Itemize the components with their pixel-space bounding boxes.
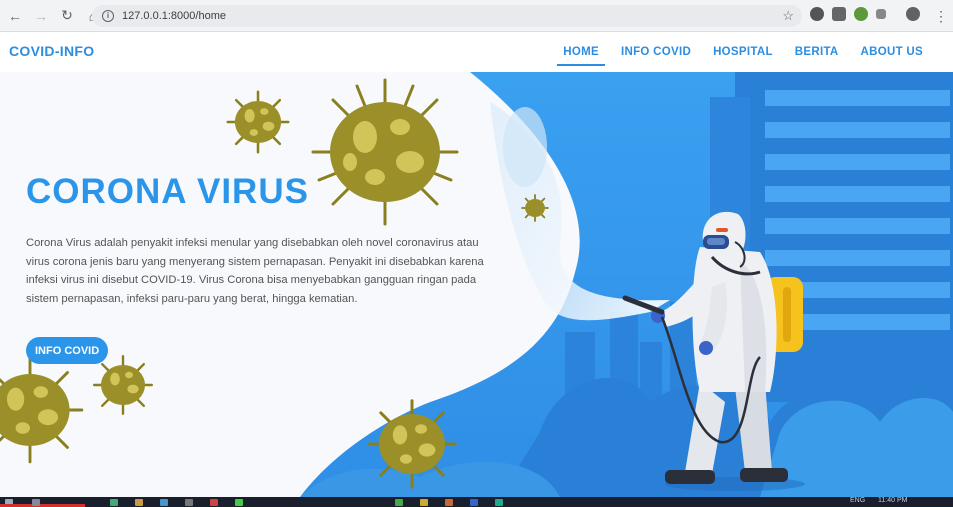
extension-icon[interactable] [810, 7, 824, 21]
taskbar-app-icon[interactable] [495, 499, 503, 506]
taskbar-app-icon[interactable] [395, 499, 403, 506]
input-language[interactable]: ENG [850, 497, 865, 504]
extensions-puzzle-icon[interactable] [876, 9, 886, 19]
hero-section: CORONA VIRUS Corona Virus adalah penyaki… [0, 72, 953, 497]
taskbar-app-icon[interactable] [185, 499, 193, 506]
reload-icon[interactable]: ↻ [56, 5, 78, 27]
taskbar-app-icon[interactable] [110, 499, 118, 506]
taskbar-app-icon[interactable] [445, 499, 453, 506]
hero-text-block: CORONA VIRUS Corona Virus adalah penyaki… [26, 172, 486, 308]
taskbar-clock[interactable]: 11:40 PM [878, 497, 907, 504]
taskbar-app-icon[interactable] [160, 499, 168, 506]
forward-arrow-icon[interactable]: → [30, 5, 52, 27]
hero-title: CORONA VIRUS [26, 172, 309, 211]
taskbar-app-icon[interactable] [135, 499, 143, 506]
nav-home[interactable]: HOME [557, 32, 605, 72]
main-menu: HOME INFO COVID HOSPITAL BERITA ABOUT US [541, 32, 923, 72]
taskbar-app-icon[interactable] [235, 499, 243, 506]
extension-icon[interactable] [854, 7, 868, 21]
browser-menu-icon[interactable]: ⋮ [930, 5, 952, 27]
profile-avatar-icon[interactable] [906, 7, 920, 21]
taskbar-app-icon[interactable] [470, 499, 478, 506]
extension-icon[interactable] [832, 7, 846, 21]
back-arrow-icon[interactable]: ← [4, 5, 26, 27]
nav-about-us[interactable]: ABOUT US [861, 32, 923, 72]
info-covid-button[interactable]: INFO COVID [26, 337, 109, 364]
search-icon[interactable] [32, 499, 40, 506]
address-url: 127.0.0.1:8000/home [122, 10, 226, 22]
site-info-icon[interactable]: i [102, 10, 114, 22]
nav-info-covid[interactable]: INFO COVID [621, 32, 691, 72]
browser-toolbar: ← → ↻ ⌂ i 127.0.0.1:8000/home ☆ ⋮ [0, 0, 953, 32]
bookmark-star-icon[interactable]: ☆ [782, 8, 794, 24]
site-brand[interactable]: COVID-INFO [9, 43, 94, 59]
nav-hospital[interactable]: HOSPITAL [713, 32, 773, 72]
nav-berita[interactable]: BERITA [795, 32, 839, 72]
taskbar-app-icon[interactable] [420, 499, 428, 506]
hero-description: Corona Virus adalah penyakit infeksi men… [26, 237, 484, 305]
taskbar-app-icon[interactable] [210, 499, 218, 506]
site-navbar: COVID-INFO HOME INFO COVID HOSPITAL BERI… [0, 32, 953, 72]
address-bar[interactable]: i 127.0.0.1:8000/home ☆ [92, 5, 802, 27]
os-taskbar: ENG 11:40 PM [0, 497, 953, 507]
